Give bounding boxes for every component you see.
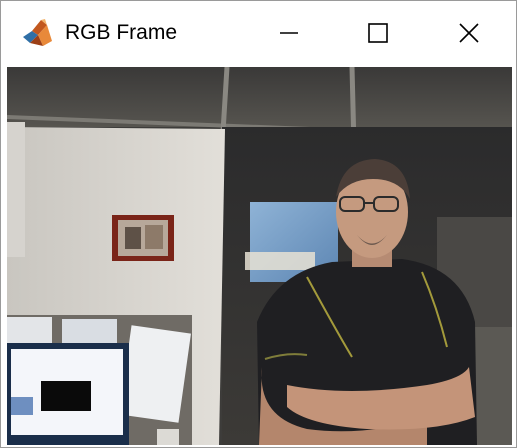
window-title: RGB Frame [65, 21, 178, 44]
title-bar[interactable]: RGB Frame [1, 1, 516, 65]
maximize-icon [367, 22, 389, 44]
minimize-icon [279, 23, 299, 43]
minimize-button[interactable] [257, 1, 321, 65]
matlab-logo-icon[interactable] [21, 17, 55, 49]
camera-rgb-frame [7, 67, 512, 445]
app-window: RGB Frame [0, 0, 517, 448]
maximize-button[interactable] [346, 1, 410, 65]
close-button[interactable] [437, 1, 501, 65]
close-icon [458, 22, 480, 44]
